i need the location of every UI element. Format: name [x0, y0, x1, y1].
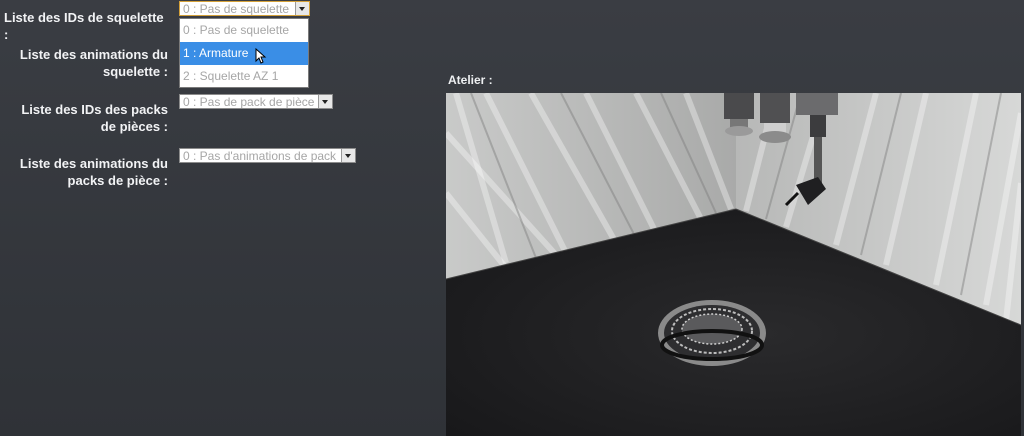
piece-pack-ids-select-value: 0 : Pas de pack de pièce [183, 95, 315, 109]
chevron-down-icon[interactable] [295, 2, 309, 15]
piece-pack-animations-select-value: 0 : Pas d'animations de pack [183, 149, 337, 163]
piece-pack-ids-label: Liste des IDs des packs de pièces : [21, 102, 168, 134]
dropdown-option-label: 1 : Armature [183, 46, 249, 60]
chevron-down-icon[interactable] [341, 149, 355, 162]
skeleton-ids-dropdown[interactable]: 0 : Pas de squelette 1 : Armature 2 : Sq… [179, 18, 309, 88]
mouse-cursor-icon [255, 48, 267, 64]
workshop-3d-viewport[interactable] [446, 93, 1021, 436]
workshop-scene [446, 93, 1021, 436]
piece-pack-ids-select[interactable]: 0 : Pas de pack de pièce [179, 94, 333, 109]
skeleton-animations-label: Liste des animations du squelette : [19, 47, 168, 79]
dropdown-option[interactable]: 2 : Squelette AZ 1 [180, 65, 308, 88]
skeleton-ids-label: Liste des IDs de squelette : [4, 10, 164, 42]
dropdown-option[interactable]: 1 : Armature [180, 42, 308, 65]
dropdown-option[interactable]: 0 : Pas de squelette [180, 19, 308, 42]
chevron-down-icon[interactable] [318, 95, 332, 108]
piece-pack-animations-select[interactable]: 0 : Pas d'animations de pack [179, 148, 356, 163]
viewport-title: Atelier : [448, 73, 493, 87]
piece-pack-animations-label: Liste des animations du packs de pièce : [19, 156, 168, 188]
floor-grate-model [658, 300, 766, 366]
skeleton-ids-select-value: 0 : Pas de squelette [183, 2, 290, 16]
skeleton-ids-select[interactable]: 0 : Pas de squelette [179, 1, 310, 16]
